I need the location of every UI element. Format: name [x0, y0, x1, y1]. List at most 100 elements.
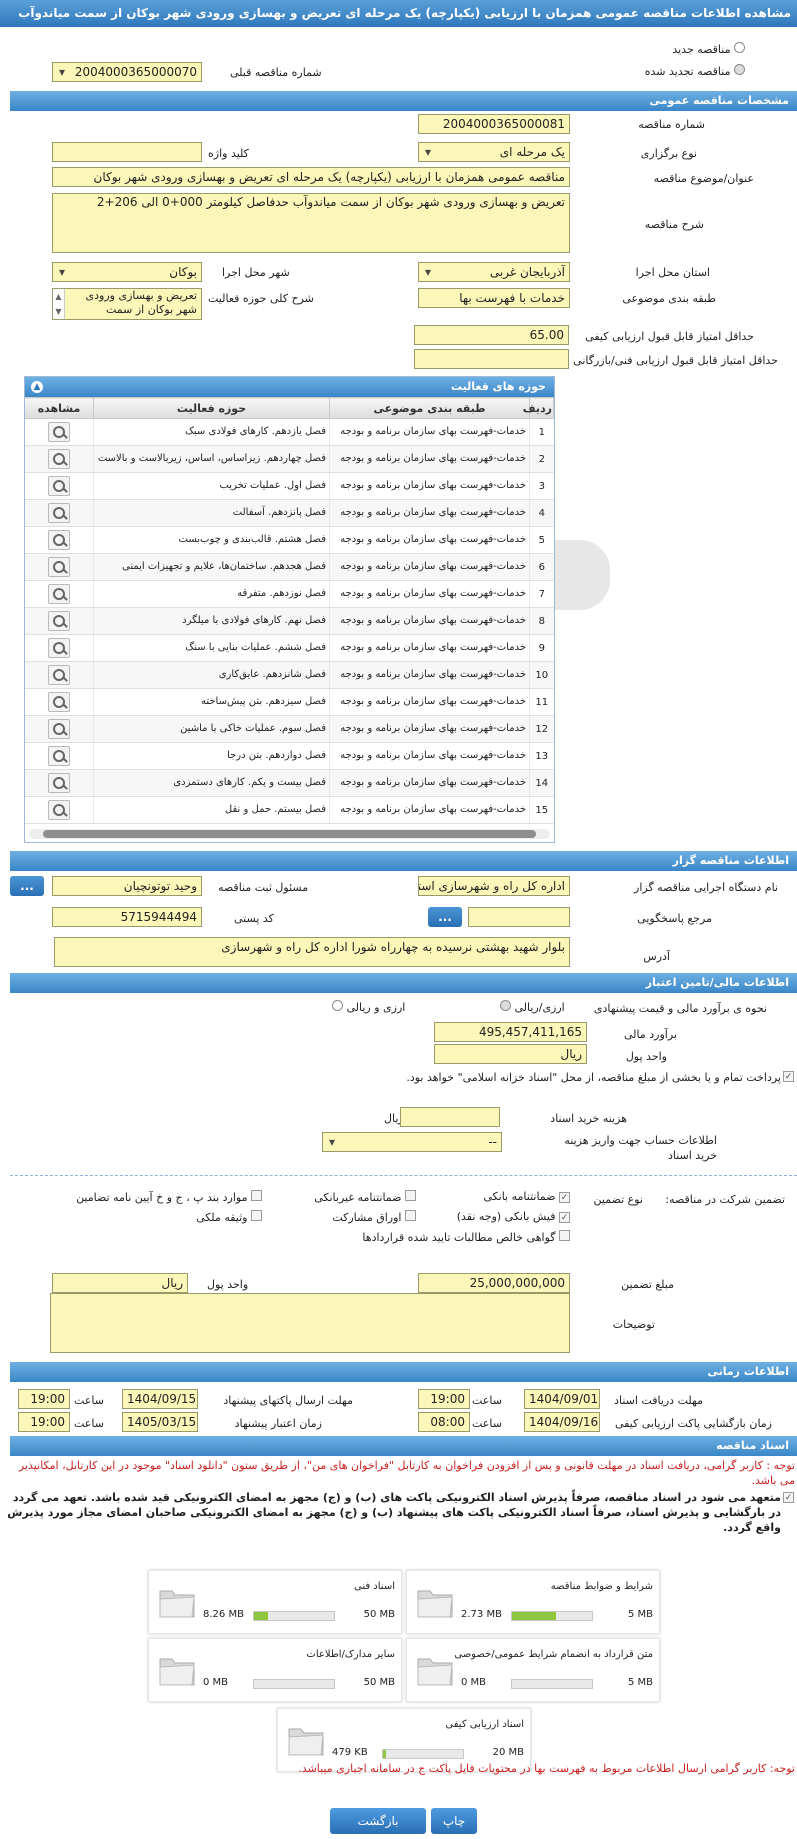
scrollbar-thumb[interactable] [43, 830, 536, 838]
magnifier-icon[interactable] [48, 530, 70, 550]
min-quality-label: حداقل امتیاز قابل قبول ارزیابی کیفی [585, 330, 754, 343]
magnifier-icon[interactable] [48, 692, 70, 712]
nonbank-guarantee-label: ضمانتنامه غیربانکی [314, 1191, 402, 1204]
opt-receipt[interactable]: ✓ فیش بانکی (وجه نقد) [457, 1210, 570, 1223]
magnifier-icon[interactable] [48, 422, 70, 442]
opt-nonbank-guarantee[interactable]: ضمانتنامه غیربانکی [314, 1190, 416, 1204]
row-category: خدمات-فهرست بهای سازمان برنامه و بودجه [329, 634, 530, 662]
opt-bonds[interactable]: اوراق مشارکت [332, 1210, 416, 1224]
radio-renewed-tender[interactable]: مناقصه تجدید شده [645, 64, 745, 78]
check-items-guarantee[interactable] [251, 1190, 262, 1201]
check-nonbank-guarantee[interactable] [405, 1190, 416, 1201]
activities-table: ردیف طبقه بندی موضوعی حوزه فعالیت مشاهده… [25, 397, 554, 824]
items-guarantee-label: موارد بند پ ، ج و خ آیین نامه تضامین [76, 1191, 248, 1204]
magnifier-icon[interactable] [48, 746, 70, 766]
check-receipt[interactable]: ✓ [559, 1212, 570, 1223]
hold-type-select[interactable]: یک مرحله ای [418, 142, 570, 162]
magnifier-icon[interactable] [48, 449, 70, 469]
province-select[interactable]: آذربایجان غربی [418, 262, 570, 282]
row-category: خدمات-فهرست بهای سازمان برنامه و بودجه [329, 769, 530, 797]
row-category: خدمات-فهرست بهای سازمان برنامه و بودجه [329, 607, 530, 635]
opt-claims[interactable]: گواهی خالص مطالبات تایید شده قراردادها [362, 1230, 570, 1244]
province-label: استان محل اجرا [635, 266, 710, 279]
row-field: فصل هجدهم. ساختمان‌ها، علایم و تجهیزات ا… [93, 553, 330, 581]
document-card[interactable]: متن قرارداد به انضمام شرایط عمومی/خصوصی 0… [406, 1638, 660, 1702]
row-number: 4 [529, 499, 554, 527]
opt-property[interactable]: وثیقه ملکی [196, 1210, 262, 1224]
previous-tender-select[interactable]: 2004000365000070 [52, 62, 202, 82]
table-row: 14 خدمات-فهرست بهای سازمان برنامه و بودجه… [25, 769, 554, 797]
magnifier-icon[interactable] [48, 611, 70, 631]
document-used-size: 0 MB [461, 1677, 487, 1688]
row-number: 6 [529, 553, 554, 581]
document-card[interactable]: شرایط و ضوابط مناقصه 2.73 MB 5 MB [406, 1570, 660, 1634]
magnifier-icon[interactable] [48, 800, 70, 820]
notes-field [50, 1293, 570, 1353]
print-button[interactable]: چاپ [431, 1808, 477, 1834]
postal-field: 5715944494 [52, 907, 202, 927]
document-progress-fill [383, 1750, 386, 1758]
city-label: شهر محل اجرا [222, 266, 290, 279]
table-row: 10 خدمات-فهرست بهای سازمان برنامه و بودجه… [25, 661, 554, 689]
check-property[interactable] [251, 1210, 262, 1221]
valid-label: زمان اعتبار پیشنهاد [234, 1417, 322, 1430]
registrar-lookup-button[interactable]: ... [10, 876, 44, 896]
back-button[interactable]: بازگشت [330, 1808, 426, 1834]
document-card[interactable]: اسناد فنی 8.26 MB 50 MB [148, 1570, 402, 1634]
radio-new-label: مناقصه جدید [672, 43, 731, 56]
row-view-cell [25, 688, 94, 716]
address-field: بلوار شهید بهشتی نرسیده به چهارراه شورا … [54, 937, 570, 967]
row-view-cell [25, 526, 94, 554]
radio-rial[interactable] [500, 1000, 511, 1011]
row-number: 15 [529, 796, 554, 824]
treasury-text: پرداخت تمام و یا بخشی از مبلغ مناقصه، از… [406, 1071, 781, 1084]
grid-horizontal-scrollbar[interactable] [29, 829, 550, 839]
option-fx[interactable]: ارزی و ریالی [332, 1000, 405, 1014]
table-row: 1 خدمات-فهرست بهای سازمان برنامه و بودجه ف… [25, 418, 554, 446]
ref-lookup-button[interactable]: ... [428, 907, 462, 927]
magnifier-icon[interactable] [48, 638, 70, 658]
guarantee-label: تضمین شرکت در مناقصه: [665, 1193, 785, 1206]
check-bonds[interactable] [405, 1210, 416, 1221]
magnifier-icon[interactable] [48, 476, 70, 496]
table-row: 13 خدمات-فهرست بهای سازمان برنامه و بودجه… [25, 742, 554, 770]
magnifier-icon[interactable] [48, 503, 70, 523]
row-number: 1 [529, 418, 554, 446]
row-number: 14 [529, 769, 554, 797]
radio-new-tender[interactable]: مناقصه جدید [672, 42, 745, 56]
collapse-icon[interactable]: ▲ [31, 381, 43, 393]
opt-bank-guarantee[interactable]: ✓ ضمانتنامه بانکی [483, 1190, 570, 1203]
pledge-checkbox[interactable]: ✓ [783, 1492, 794, 1503]
guarantee-type-label: نوع تضمین [593, 1193, 643, 1206]
document-title: سایر مدارک/اطلاعات [306, 1649, 395, 1660]
magnifier-icon[interactable] [48, 773, 70, 793]
check-bank-guarantee[interactable]: ✓ [559, 1192, 570, 1203]
receive-time: 19:00 [418, 1389, 470, 1409]
valid-date: 1405/03/15 [122, 1412, 198, 1432]
account-select[interactable]: -- [322, 1132, 502, 1152]
document-card[interactable]: سایر مدارک/اطلاعات 0 MB 50 MB [148, 1638, 402, 1702]
row-number: 2 [529, 445, 554, 473]
row-category: خدمات-فهرست بهای سازمان برنامه و بودجه [329, 526, 530, 554]
activities-grid-title: حوزه های فعالیت ▲ [25, 377, 554, 397]
radio-renewed[interactable] [734, 64, 745, 75]
opt-items-guarantee[interactable]: موارد بند پ ، ج و خ آیین نامه تضامین [76, 1190, 262, 1204]
valid-time: 19:00 [18, 1412, 70, 1432]
check-claims[interactable] [559, 1230, 570, 1241]
document-used-size: 0 MB [203, 1677, 229, 1688]
table-row: 9 خدمات-فهرست بهای سازمان برنامه و بودجه ف… [25, 634, 554, 662]
radio-new[interactable] [734, 42, 745, 53]
guarantee-amount-field: 25,000,000,000 [418, 1273, 570, 1293]
magnifier-icon[interactable] [48, 584, 70, 604]
magnifier-icon[interactable] [48, 665, 70, 685]
bonds-label: اوراق مشارکت [332, 1211, 402, 1224]
treasury-checkbox[interactable]: ✓ [783, 1071, 794, 1082]
radio-fx[interactable] [332, 1000, 343, 1011]
city-select[interactable]: بوکان [52, 262, 202, 282]
magnifier-icon[interactable] [48, 719, 70, 739]
activity-desc-scroll[interactable]: ▲ ▼ [53, 289, 65, 319]
document-max-size: 50 MB [363, 1609, 395, 1620]
row-field: فصل چهاردهم. زیراساس، اساس، زیربالاست و … [93, 445, 330, 473]
option-rial[interactable]: ارزی/ریالی [500, 1000, 565, 1014]
magnifier-icon[interactable] [48, 557, 70, 577]
